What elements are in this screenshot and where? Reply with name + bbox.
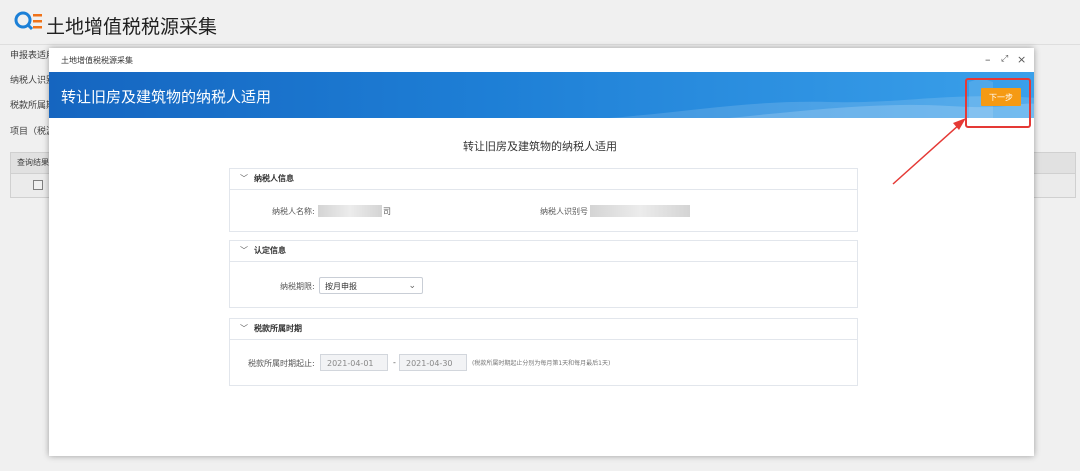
tax-term-label: 纳税期限:	[280, 282, 315, 291]
tax-period-title: 税款所属时期	[254, 324, 302, 333]
content-heading: 转让旧房及建筑物的纳税人适用	[463, 140, 617, 153]
tax-period-section: ﹀ 税款所属时期	[229, 318, 858, 386]
approval-info-title: 认定信息	[254, 246, 286, 255]
taxpayer-name-suffix: 司	[383, 207, 391, 216]
taxpayer-info-title: 纳税人信息	[254, 174, 294, 183]
annotation-arrow-icon	[892, 118, 966, 185]
date-range-separator: -	[393, 358, 396, 367]
tax-period-header[interactable]: ﹀ 税款所属时期	[230, 319, 857, 340]
taxpayer-name-redacted	[318, 205, 382, 217]
tax-term-select[interactable]: 按月申报 ⌄	[319, 277, 423, 294]
tax-period-range-label: 税款所属时期起止:	[248, 359, 315, 368]
chevron-down-icon: ⌄	[408, 281, 416, 291]
chevron-down-icon: ﹀	[240, 324, 248, 333]
period-end-input[interactable]: 2021-04-30	[399, 354, 467, 371]
approval-info-section: ﹀ 认定信息	[229, 240, 858, 308]
period-start-input[interactable]: 2021-04-01	[320, 354, 388, 371]
chevron-down-icon: ﹀	[240, 246, 248, 255]
taxpayer-id-redacted	[590, 205, 690, 217]
tax-term-value: 按月申报	[325, 282, 357, 291]
taxpayer-info-header[interactable]: ﹀ 纳税人信息	[230, 169, 857, 190]
approval-info-header[interactable]: ﹀ 认定信息	[230, 241, 857, 262]
taxpayer-info-section: ﹀ 纳税人信息	[229, 168, 858, 232]
taxpayer-id-label: 纳税人识别号	[540, 207, 588, 216]
taxpayer-name-label: 纳税人名称:	[272, 207, 315, 216]
chevron-down-icon: ﹀	[240, 174, 248, 183]
tax-period-note: (税款所属时期起止分别为每月第1天和每月最后1天)	[472, 360, 611, 367]
